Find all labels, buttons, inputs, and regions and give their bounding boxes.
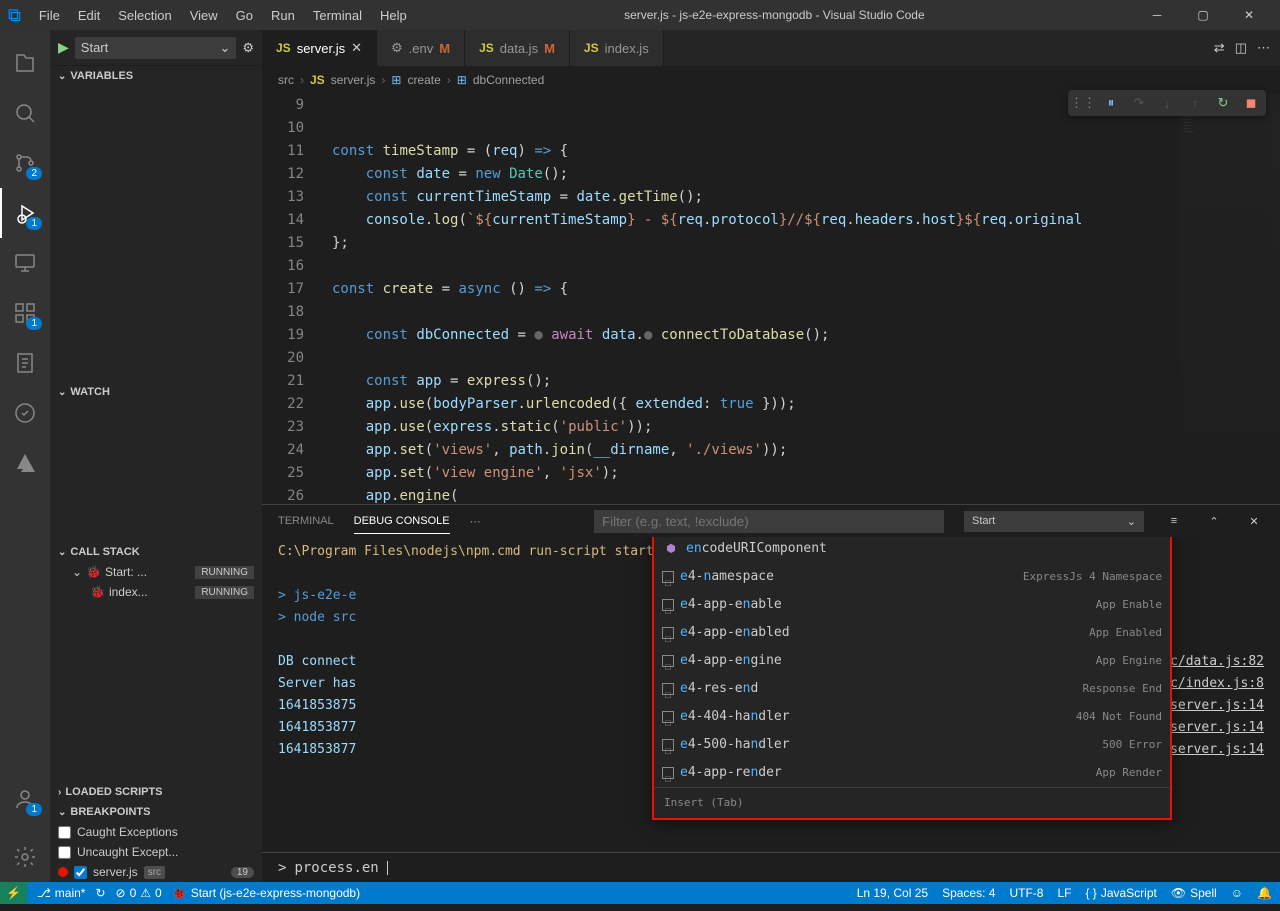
tab-server-js[interactable]: JSserver.js✕ bbox=[262, 30, 377, 66]
breakpoint-file[interactable]: server.jssrc19 bbox=[50, 862, 262, 882]
title-bar: ⧉ File Edit Selection View Go Run Termin… bbox=[0, 0, 1280, 30]
accounts-icon[interactable]: 1 bbox=[0, 774, 50, 824]
status-bar: ⚡ ⎇ main* ↻ ⊘ 0 ⚠ 0 🐞 Start (js-e2e-expr… bbox=[0, 882, 1280, 904]
testing-icon[interactable] bbox=[0, 388, 50, 438]
more-icon[interactable]: ⋯ bbox=[1257, 40, 1270, 56]
menu-file[interactable]: File bbox=[31, 4, 68, 27]
debug-console-tab[interactable]: DEBUG CONSOLE bbox=[354, 509, 450, 534]
close-button[interactable]: ✕ bbox=[1226, 0, 1272, 30]
intellisense-item[interactable]: ⬢encodeURIComponent bbox=[654, 537, 1170, 563]
restart-button[interactable]: ↻ bbox=[1214, 94, 1232, 112]
intellisense-item[interactable]: ☐e4-app-enabledApp Enabled bbox=[654, 619, 1170, 647]
intellisense-item[interactable]: ☐e4-500-handler500 Error bbox=[654, 731, 1170, 759]
callstack-item[interactable]: 🐞index...RUNNING bbox=[50, 582, 262, 602]
debug-console-output[interactable]: C:\Program Files\nodejs\npm.cmd run-scri… bbox=[262, 537, 1280, 852]
minimap[interactable]: const timeStamp const date const curr co… bbox=[1180, 94, 1280, 504]
debug-sidebar: ▶ Start⌄ ⚙ ⌄VARIABLES ⌄WATCH ⌄CALL STACK… bbox=[50, 30, 262, 882]
encoding[interactable]: UTF-8 bbox=[1009, 886, 1043, 900]
source-control-icon[interactable]: 2 bbox=[0, 138, 50, 188]
debug-config-gear-icon[interactable]: ⚙ bbox=[242, 40, 254, 56]
launch-select[interactable]: Start⌄ bbox=[964, 511, 1144, 532]
notifications-icon[interactable]: 🔔 bbox=[1257, 886, 1272, 900]
compare-icon[interactable]: ⇄ bbox=[1214, 40, 1225, 56]
language-mode[interactable]: { } JavaScript bbox=[1085, 886, 1156, 900]
references-icon[interactable] bbox=[0, 338, 50, 388]
filter-input[interactable] bbox=[594, 510, 944, 533]
loaded-scripts-section[interactable]: ›LOADED SCRIPTS bbox=[50, 782, 262, 802]
intellisense-item[interactable]: ☐e4-app-engineApp Engine bbox=[654, 647, 1170, 675]
watch-section[interactable]: ⌄WATCH bbox=[50, 382, 262, 402]
minimize-button[interactable]: ─ bbox=[1134, 0, 1180, 30]
callstack-section[interactable]: ⌄CALL STACK bbox=[50, 542, 262, 562]
git-sync[interactable]: ↻ bbox=[95, 886, 105, 900]
intellisense-item[interactable]: ☐e4-res-endResponse End bbox=[654, 675, 1170, 703]
terminal-tab[interactable]: TERMINAL bbox=[278, 509, 334, 533]
menu-edit[interactable]: Edit bbox=[70, 4, 108, 27]
pause-button[interactable]: ⏸ bbox=[1102, 94, 1120, 112]
debug-config-select[interactable]: Start⌄ bbox=[75, 37, 237, 59]
eol[interactable]: LF bbox=[1057, 886, 1071, 900]
variables-section[interactable]: ⌄VARIABLES bbox=[50, 66, 262, 86]
debug-console-input[interactable]: >process.en bbox=[262, 852, 1280, 882]
menu-go[interactable]: Go bbox=[228, 4, 261, 27]
intellisense-item[interactable]: ☐e4-namespaceExpressJs 4 Namespace bbox=[654, 563, 1170, 591]
more-panels[interactable]: ⋯ bbox=[470, 509, 481, 534]
intellisense-popup[interactable]: abcprocess.env⬢encodeURI⬢encodeURICompon… bbox=[652, 537, 1172, 820]
callstack-item[interactable]: ⌄🐞Start: ...RUNNING bbox=[50, 562, 262, 582]
tab-env[interactable]: ⚙.envM bbox=[377, 30, 465, 66]
git-branch[interactable]: ⎇ main* bbox=[37, 886, 86, 900]
intellisense-footer: Insert (Tab) bbox=[654, 787, 1170, 818]
menu-terminal[interactable]: Terminal bbox=[305, 4, 370, 27]
breakpoint-caught[interactable]: Caught Exceptions bbox=[50, 822, 262, 842]
debug-status[interactable]: 🐞 Start (js-e2e-express-mongodb) bbox=[172, 886, 360, 900]
panel-maximize-icon[interactable]: ⌃ bbox=[1204, 515, 1224, 528]
indentation[interactable]: Spaces: 4 bbox=[942, 886, 995, 900]
step-into-button[interactable]: ↓ bbox=[1158, 94, 1176, 112]
menu-help[interactable]: Help bbox=[372, 4, 415, 27]
menu-view[interactable]: View bbox=[182, 4, 226, 27]
tab-data-js[interactable]: JSdata.jsM bbox=[465, 30, 570, 66]
start-debug-button[interactable]: ▶ bbox=[58, 39, 69, 56]
search-icon[interactable] bbox=[0, 88, 50, 138]
breakpoint-uncaught[interactable]: Uncaught Except... bbox=[50, 842, 262, 862]
panel-close-icon[interactable]: ✕ bbox=[1244, 515, 1264, 528]
stop-button[interactable]: ◼ bbox=[1242, 94, 1260, 112]
activity-bar: 2 1 1 1 bbox=[0, 30, 50, 882]
grip-icon[interactable]: ⋮⋮ bbox=[1074, 94, 1092, 112]
step-over-button[interactable]: ↷ bbox=[1130, 94, 1148, 112]
close-icon[interactable]: ✕ bbox=[351, 40, 362, 56]
menu-run[interactable]: Run bbox=[263, 4, 303, 27]
azure-icon[interactable] bbox=[0, 438, 50, 488]
split-icon[interactable]: ◫ bbox=[1235, 40, 1247, 56]
clear-console-icon[interactable]: ≡ bbox=[1164, 515, 1184, 527]
code-editor[interactable]: 9101112131415161718 ●19 2021222324252627… bbox=[262, 94, 1280, 504]
intellisense-item[interactable]: ☐e4-app-renderApp Render bbox=[654, 759, 1170, 787]
debug-toolbar[interactable]: ⋮⋮ ⏸ ↷ ↓ ↑ ↻ ◼ bbox=[1068, 90, 1266, 116]
problems[interactable]: ⊘ 0 ⚠ 0 bbox=[116, 886, 162, 900]
remote-button[interactable]: ⚡ bbox=[0, 882, 27, 904]
spell-check[interactable]: 👁 Spell bbox=[1171, 886, 1217, 900]
editor-tabs: JSserver.js✕ ⚙.envM JSdata.jsM JSindex.j… bbox=[262, 30, 1280, 66]
intellisense-item[interactable]: ☐e4-app-enableApp Enable bbox=[654, 591, 1170, 619]
menu-selection[interactable]: Selection bbox=[110, 4, 179, 27]
maximize-button[interactable]: ▢ bbox=[1180, 0, 1226, 30]
extensions-icon[interactable]: 1 bbox=[0, 288, 50, 338]
feedback-icon[interactable]: ☺ bbox=[1231, 886, 1243, 900]
tab-index-js[interactable]: JSindex.js bbox=[570, 30, 664, 66]
menu-bar: File Edit Selection View Go Run Terminal… bbox=[31, 4, 415, 27]
editor-area: JSserver.js✕ ⚙.envM JSdata.jsM JSindex.j… bbox=[262, 30, 1280, 882]
window-title: server.js - js-e2e-express-mongodb - Vis… bbox=[415, 8, 1134, 22]
step-out-button[interactable]: ↑ bbox=[1186, 94, 1204, 112]
breakpoints-section[interactable]: ⌄BREAKPOINTS bbox=[50, 802, 262, 822]
remote-explorer-icon[interactable] bbox=[0, 238, 50, 288]
vscode-icon: ⧉ bbox=[8, 5, 21, 26]
intellisense-item[interactable]: ☐e4-404-handler404 Not Found bbox=[654, 703, 1170, 731]
bottom-panel: TERMINAL DEBUG CONSOLE ⋯ Start⌄ ≡ ⌃ ✕ C:… bbox=[262, 504, 1280, 882]
settings-icon[interactable] bbox=[0, 832, 50, 882]
cursor-position[interactable]: Ln 19, Col 25 bbox=[857, 886, 928, 900]
explorer-icon[interactable] bbox=[0, 38, 50, 88]
run-debug-icon[interactable]: 1 bbox=[0, 188, 50, 238]
